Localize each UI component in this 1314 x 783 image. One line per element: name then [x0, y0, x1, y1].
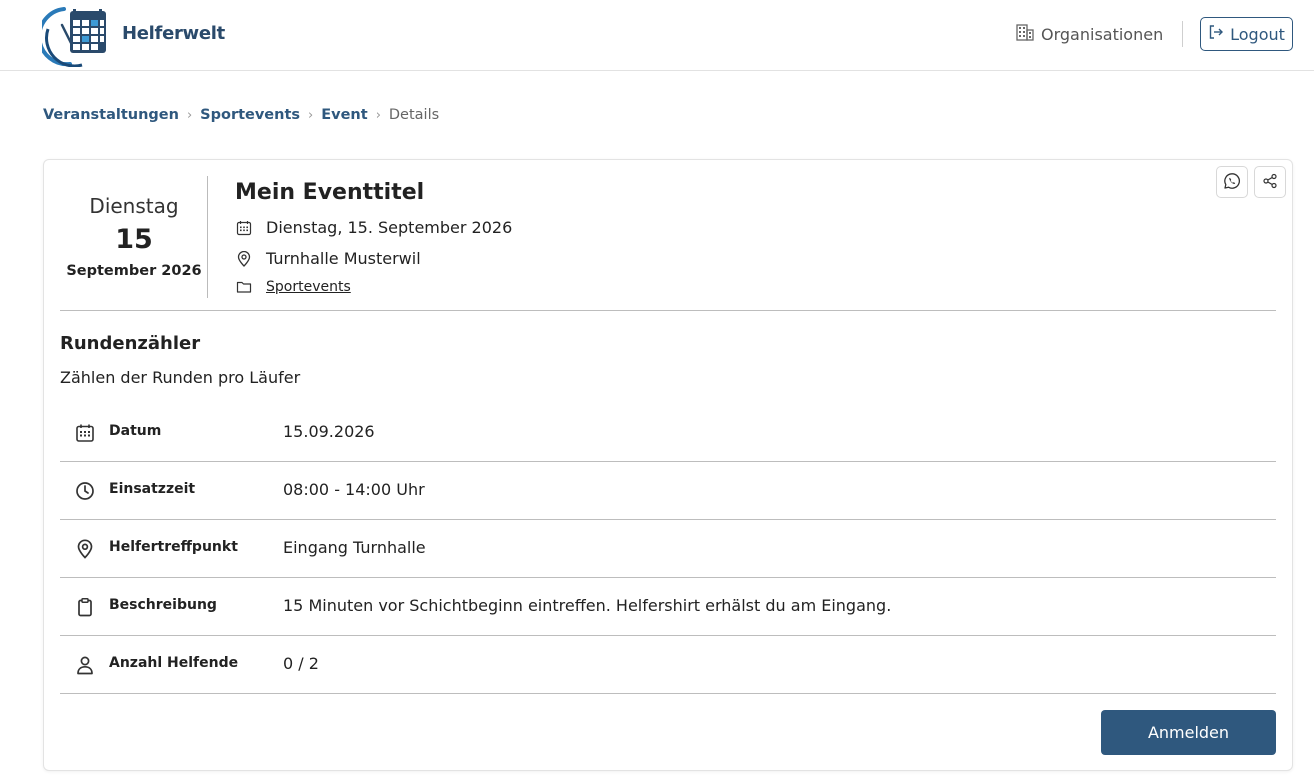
event-card: Dienstag 15 September 2026 Mein Eventtit…: [43, 159, 1293, 771]
detail-label: Einsatzzeit: [109, 481, 196, 497]
logo-text: Helferwelt: [122, 23, 225, 44]
breadcrumb-separator: ›: [375, 107, 381, 123]
breadcrumb-sportevents[interactable]: Sportevents: [200, 107, 300, 123]
logout-label: Logout: [1230, 24, 1285, 44]
event-location-row: Turnhalle Musterwil: [235, 249, 421, 268]
signup-button[interactable]: Anmelden: [1101, 710, 1276, 755]
person-icon: [75, 655, 95, 675]
detail-row-beschreibung: Beschreibung 15 Minuten vor Schichtbegin…: [60, 578, 1276, 636]
detail-value: 08:00 - 14:00 Uhr: [283, 480, 425, 499]
breadcrumb: Veranstaltungen › Sportevents › Event › …: [43, 107, 439, 123]
location-pin-icon: [75, 539, 95, 559]
section-divider: [60, 310, 1276, 311]
detail-value: 15 Minuten vor Schichtbeginn eintreffen.…: [283, 596, 892, 615]
event-full-date: Dienstag, 15. September 2026: [266, 218, 513, 237]
date-month-year: September 2026: [66, 263, 202, 279]
folder-icon: [235, 278, 253, 296]
breadcrumb-event[interactable]: Event: [321, 107, 367, 123]
top-header: Helferwelt Organisationen Logout: [0, 0, 1314, 71]
detail-value: Eingang Turnhalle: [283, 538, 426, 557]
detail-label: Datum: [109, 423, 162, 439]
building-icon: [1015, 22, 1035, 46]
location-pin-icon: [235, 250, 253, 268]
breadcrumb-separator: ›: [308, 107, 314, 123]
detail-value: 0 / 2: [283, 654, 319, 673]
helferwelt-logo[interactable]: Helferwelt: [42, 3, 225, 67]
detail-row-datum: Datum 15.09.2026: [60, 404, 1276, 462]
detail-value: 15.09.2026: [283, 422, 375, 441]
logout-button[interactable]: Logout: [1200, 17, 1293, 51]
calendar-icon: [235, 219, 253, 237]
whatsapp-share-button[interactable]: [1216, 166, 1248, 198]
organisations-label: Organisationen: [1041, 24, 1164, 44]
detail-row-helfertreffpunkt: Helfertreffpunkt Eingang Turnhalle: [60, 520, 1276, 578]
event-date-row: Dienstag, 15. September 2026: [235, 218, 512, 237]
whatsapp-icon: [1223, 172, 1241, 193]
organisations-link[interactable]: Organisationen: [1015, 22, 1163, 46]
date-day: 15: [115, 224, 153, 255]
logo-calendar-icon: [42, 7, 106, 67]
shift-description: Zählen der Runden pro Läufer: [60, 368, 301, 387]
detail-row-anzahl-helfende: Anzahl Helfende 0 / 2: [60, 636, 1276, 694]
event-category-link[interactable]: Sportevents: [266, 279, 351, 295]
detail-label: Anzahl Helfende: [109, 655, 239, 671]
clipboard-icon: [75, 597, 95, 617]
detail-label: Helfertreffpunkt: [109, 539, 238, 555]
breadcrumb-veranstaltungen[interactable]: Veranstaltungen: [43, 107, 179, 123]
clock-icon: [75, 481, 95, 501]
detail-row-einsatzzeit: Einsatzzeit 08:00 - 14:00 Uhr: [60, 462, 1276, 520]
breadcrumb-separator: ›: [186, 107, 193, 123]
event-location: Turnhalle Musterwil: [266, 249, 421, 268]
shift-title: Rundenzähler: [60, 333, 201, 354]
share-icon: [1262, 173, 1278, 192]
event-category-row: Sportevents: [235, 278, 351, 296]
header-divider: [1182, 21, 1183, 47]
date-box: Dienstag 15 September 2026: [60, 176, 208, 298]
calendar-icon: [75, 423, 95, 443]
event-title: Mein Eventtitel: [235, 180, 425, 205]
date-weekday: Dienstag: [89, 194, 179, 218]
breadcrumb-current: Details: [388, 107, 440, 123]
share-button[interactable]: [1254, 166, 1286, 198]
detail-label: Beschreibung: [109, 597, 217, 613]
logout-icon: [1208, 24, 1224, 44]
